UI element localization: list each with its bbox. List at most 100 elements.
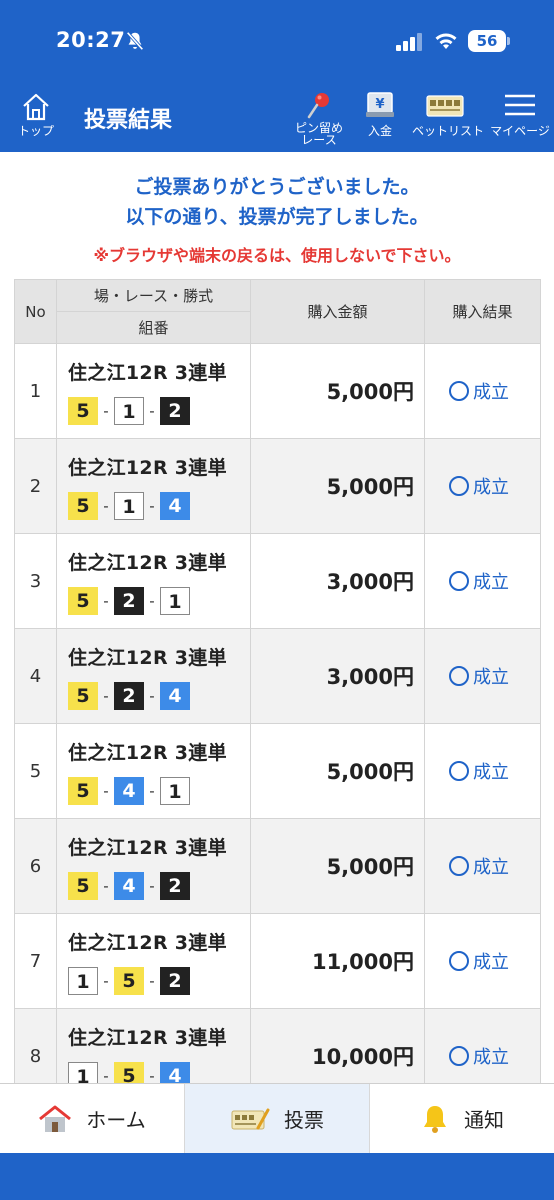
circle-ok-icon (449, 381, 469, 401)
bell-icon (424, 1105, 446, 1133)
circle-ok-icon (449, 476, 469, 496)
combo-separator: - (103, 591, 109, 610)
boat-number-badge: 1 (68, 966, 98, 995)
purchase-amount: 3,000円 (250, 533, 425, 629)
wifi-icon (435, 33, 457, 49)
vote-ticket-icon (231, 1108, 270, 1129)
nav-top-button[interactable]: トップ (14, 92, 58, 139)
race-name: 住之江12R 3連単 (68, 931, 227, 954)
pushpin-icon (307, 93, 329, 119)
combination: 5-2-1 (68, 586, 250, 615)
header-race: 場・レース・勝式 (56, 279, 251, 312)
boat-number-badge: 4 (160, 681, 190, 710)
header-combo: 組番 (56, 311, 251, 344)
purchase-result: 成立 (424, 628, 541, 724)
result-text: 成立 (473, 1047, 509, 1068)
nav-pinned-label-2: レース (301, 133, 337, 147)
boat-number-badge: 5 (68, 681, 98, 710)
boat-number-badge: 1 (114, 491, 144, 520)
boat-number-badge: 2 (114, 681, 144, 710)
row-number: 1 (14, 343, 57, 439)
boat-number-badge: 5 (68, 396, 98, 425)
row-number: 2 (14, 438, 57, 534)
race-cell: 住之江12R 3連単 5-2-1 (56, 533, 251, 629)
table-row: 2 住之江12R 3連単 5-1-4 5,000円 成立 (14, 438, 541, 534)
circle-ok-icon (449, 666, 469, 686)
hamburger-menu-icon (505, 94, 535, 116)
row-number: 3 (14, 533, 57, 629)
combo-separator: - (149, 591, 155, 610)
result-text: 成立 (473, 952, 509, 973)
combo-separator: - (103, 876, 109, 895)
circle-ok-icon (449, 571, 469, 591)
combo-separator: - (103, 686, 109, 705)
result-text: 成立 (473, 572, 509, 593)
completion-message: 以下の通り、投票が完了しました。 (125, 206, 429, 228)
table-row: 5 住之江12R 3連単 5-4-1 5,000円 成立 (14, 723, 541, 819)
row-number: 7 (14, 913, 57, 1009)
purchase-amount: 11,000円 (250, 913, 425, 1009)
purchase-amount: 3,000円 (250, 628, 425, 724)
page-title: 投票結果 (84, 108, 173, 133)
race-cell: 住之江12R 3連単 5-2-4 (56, 628, 251, 724)
status-bar: 20:27 56 (0, 28, 554, 58)
purchase-amount: 5,000円 (250, 818, 425, 914)
header-result: 購入結果 (424, 279, 541, 344)
combo-separator: - (103, 971, 109, 990)
combination: 5-1-2 (68, 396, 250, 425)
race-cell: 住之江12R 3連単 5-1-2 (56, 343, 251, 439)
combo-separator: - (103, 781, 109, 800)
boat-number-badge: 2 (160, 396, 190, 425)
boat-number-badge: 4 (114, 776, 144, 805)
boat-number-badge: 1 (160, 776, 190, 805)
purchase-result: 成立 (424, 913, 541, 1009)
result-text: 成立 (473, 477, 509, 498)
tab-home-label: ホーム (86, 1108, 146, 1132)
result-text: 成立 (473, 857, 509, 878)
thank-you-message: ご投票ありがとうございました。 (134, 176, 420, 198)
boat-number-badge: 1 (114, 396, 144, 425)
combination: 5-4-1 (68, 776, 250, 805)
boat-number-badge: 5 (68, 776, 98, 805)
tab-notify-label: 通知 (464, 1108, 504, 1132)
svg-text:¥: ¥ (375, 97, 384, 112)
combination: 5-1-4 (68, 491, 250, 520)
race-name: 住之江12R 3連単 (68, 361, 227, 384)
nav-mypage-button[interactable]: マイページ (488, 90, 552, 139)
yen-deposit-icon: ¥ (366, 92, 394, 117)
race-name: 住之江12R 3連単 (68, 456, 227, 479)
ticket-list-icon (426, 95, 464, 117)
purchase-result: 成立 (424, 818, 541, 914)
app-header: 20:27 56 トップ 投票結果 ピン留め レース ¥ 入金 ベットリスト マ… (0, 0, 554, 152)
header-no: No (14, 279, 57, 344)
table-row: 3 住之江12R 3連単 5-2-1 3,000円 成立 (14, 533, 541, 629)
boat-number-badge: 2 (160, 966, 190, 995)
cellular-signal-icon (396, 33, 422, 51)
combo-separator: - (149, 686, 155, 705)
purchase-amount: 5,000円 (250, 438, 425, 534)
nav-pinned-race-button[interactable]: ピン留め レース (288, 90, 350, 146)
tab-vote[interactable]: 投票 (184, 1084, 370, 1153)
boat-number-badge: 4 (114, 871, 144, 900)
circle-ok-icon (449, 856, 469, 876)
purchase-result: 成立 (424, 723, 541, 819)
race-cell: 住之江12R 3連単 5-4-2 (56, 818, 251, 914)
combo-separator: - (149, 971, 155, 990)
nav-top-label: トップ (17, 124, 54, 138)
race-cell: 住之江12R 3連単 5-4-1 (56, 723, 251, 819)
table-row: 4 住之江12R 3連単 5-2-4 3,000円 成立 (14, 628, 541, 724)
nav-mypage-label: マイページ (490, 124, 550, 138)
nav-betlist-button[interactable]: ベットリスト (412, 90, 484, 139)
race-cell: 住之江12R 3連単 1-5-2 (56, 913, 251, 1009)
navigation-bar: トップ 投票結果 ピン留め レース ¥ 入金 ベットリスト マイページ (0, 88, 554, 152)
row-number: 6 (14, 818, 57, 914)
race-name: 住之江12R 3連単 (68, 551, 227, 574)
nav-deposit-button[interactable]: ¥ 入金 (360, 90, 400, 139)
tab-home[interactable]: ホーム (0, 1084, 184, 1153)
result-text: 成立 (473, 382, 509, 403)
boat-number-badge: 5 (68, 586, 98, 615)
combo-separator: - (149, 401, 155, 420)
status-time: 20:27 (56, 28, 126, 52)
race-name: 住之江12R 3連単 (68, 836, 227, 859)
tab-notify[interactable]: 通知 (370, 1084, 554, 1153)
